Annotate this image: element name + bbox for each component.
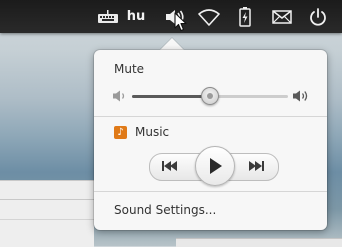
volume-slider-fill (132, 95, 210, 98)
network-wireless-icon[interactable] (196, 0, 222, 33)
keyboard-layout-label[interactable]: hu (126, 0, 146, 33)
sound-settings-item[interactable]: Sound Settings... (114, 203, 216, 217)
play-icon (210, 158, 222, 174)
previous-button[interactable] (159, 158, 181, 174)
background-window-left (0, 180, 94, 247)
next-icon (249, 161, 264, 171)
mouse-cursor-icon (174, 12, 188, 36)
menu-separator (94, 191, 327, 192)
music-player-label: Music (135, 125, 170, 139)
play-button[interactable] (195, 146, 235, 186)
battery-icon[interactable] (236, 0, 254, 33)
keyboard-icon[interactable] (96, 0, 120, 33)
mail-icon[interactable] (270, 0, 294, 33)
menu-separator (94, 116, 327, 117)
sound-menu-popover: Mute ♪ Music Sound Settings... (94, 50, 327, 230)
music-player-item[interactable]: ♪ Music (114, 124, 169, 140)
mute-toggle[interactable]: Mute (114, 62, 144, 76)
top-panel: hu (0, 0, 342, 33)
previous-icon (162, 161, 177, 171)
volume-high-icon (292, 88, 310, 107)
media-controls (149, 146, 279, 186)
volume-slider-knob[interactable] (201, 87, 219, 105)
volume-low-icon (112, 88, 128, 107)
window-divider (0, 199, 94, 200)
window-divider (0, 219, 94, 220)
music-note-icon: ♪ (114, 125, 127, 139)
power-icon[interactable] (306, 0, 330, 33)
next-button[interactable] (245, 158, 267, 174)
popover-arrow (160, 38, 184, 50)
volume-slider[interactable] (112, 86, 310, 106)
